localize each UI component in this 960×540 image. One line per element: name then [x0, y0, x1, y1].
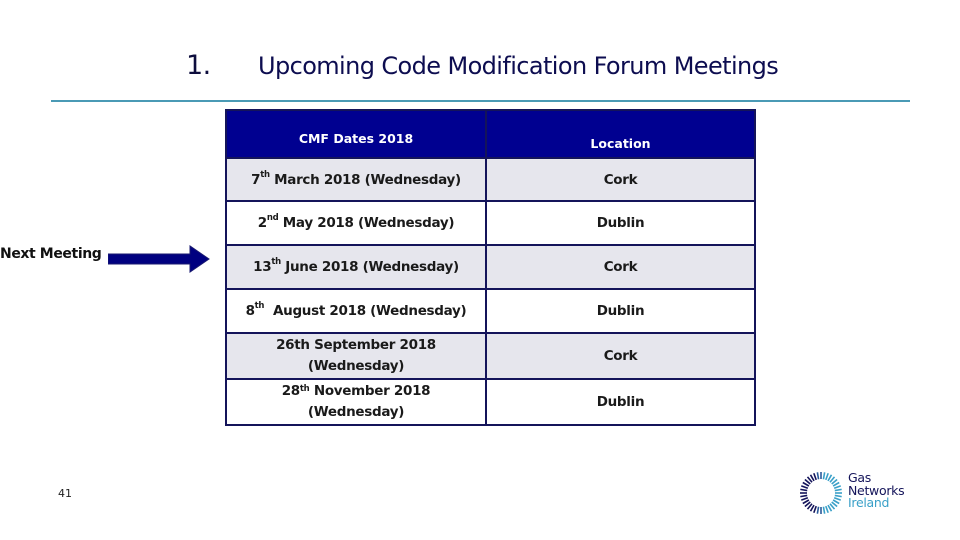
title-divider: [51, 100, 910, 102]
logo-ring-dash: [813, 472, 817, 481]
logo-line-ireland: Ireland: [848, 495, 890, 510]
date-cell: 26th September 2018 (Wednesday): [225, 332, 487, 380]
company-logo-text: Gas Networks Ireland: [848, 471, 905, 510]
logo-ring-dash: [834, 488, 842, 492]
table-row: 28th November 2018 (Wednesday) Dublin: [225, 378, 756, 426]
header-location: Location: [485, 109, 756, 159]
table-row: 8th August 2018 (Wednesday) Dublin: [225, 288, 756, 334]
date-cell: 8th August 2018 (Wednesday): [225, 288, 487, 334]
location-cell: Cork: [485, 244, 756, 290]
date-cell: 2nd May 2018 (Wednesday): [225, 200, 487, 246]
logo-ring-dash: [800, 485, 809, 489]
next-meeting-label: Next Meeting: [0, 246, 102, 262]
location-cell: Dublin: [485, 378, 756, 426]
table-row: 2nd May 2018 (Wednesday) Dublin: [225, 200, 756, 246]
table-row-next-meeting: 13th June 2018 (Wednesday) Cork: [225, 244, 756, 290]
logo-ring-dash: [800, 497, 809, 501]
date-cell: 13th June 2018 (Wednesday): [225, 244, 487, 290]
location-cell: Cork: [485, 157, 756, 202]
right-arrow-icon: [108, 245, 210, 273]
logo-ring-dash: [833, 497, 842, 501]
table-row: 7th March 2018 (Wednesday) Cork: [225, 157, 756, 202]
location-cell: Cork: [485, 332, 756, 380]
logo-ring-dash: [816, 472, 820, 480]
page-number: 41: [58, 487, 72, 500]
logo-ring-dash: [834, 494, 842, 498]
logo-ring-dash: [816, 506, 820, 514]
location-cell: Dublin: [485, 200, 756, 246]
cmf-dates-table: CMF Dates 2018 Location 7th March 2018 (…: [225, 109, 756, 426]
logo-ring-dash: [800, 488, 808, 492]
logo-ring-dash: [813, 505, 817, 514]
table-header-row: CMF Dates 2018 Location: [225, 109, 756, 159]
header-dates: CMF Dates 2018: [225, 109, 487, 159]
logo-ring-dash: [825, 472, 829, 481]
slide-title: Upcoming Code Modification Forum Meeting…: [258, 52, 779, 80]
logo-ring-dash: [822, 506, 826, 514]
table-row: 26th September 2018 (Wednesday) Cork: [225, 332, 756, 380]
date-cell: 7th March 2018 (Wednesday): [225, 157, 487, 202]
logo-ring-dash: [800, 494, 808, 498]
logo-ring-dash: [822, 472, 826, 480]
location-cell: Dublin: [485, 288, 756, 334]
section-number: 1.: [186, 50, 211, 81]
logo-ring-dash: [825, 505, 829, 514]
logo-ring-dash: [833, 485, 842, 489]
gas-networks-ring-icon: [800, 472, 842, 514]
date-cell: 28th November 2018 (Wednesday): [225, 378, 487, 426]
